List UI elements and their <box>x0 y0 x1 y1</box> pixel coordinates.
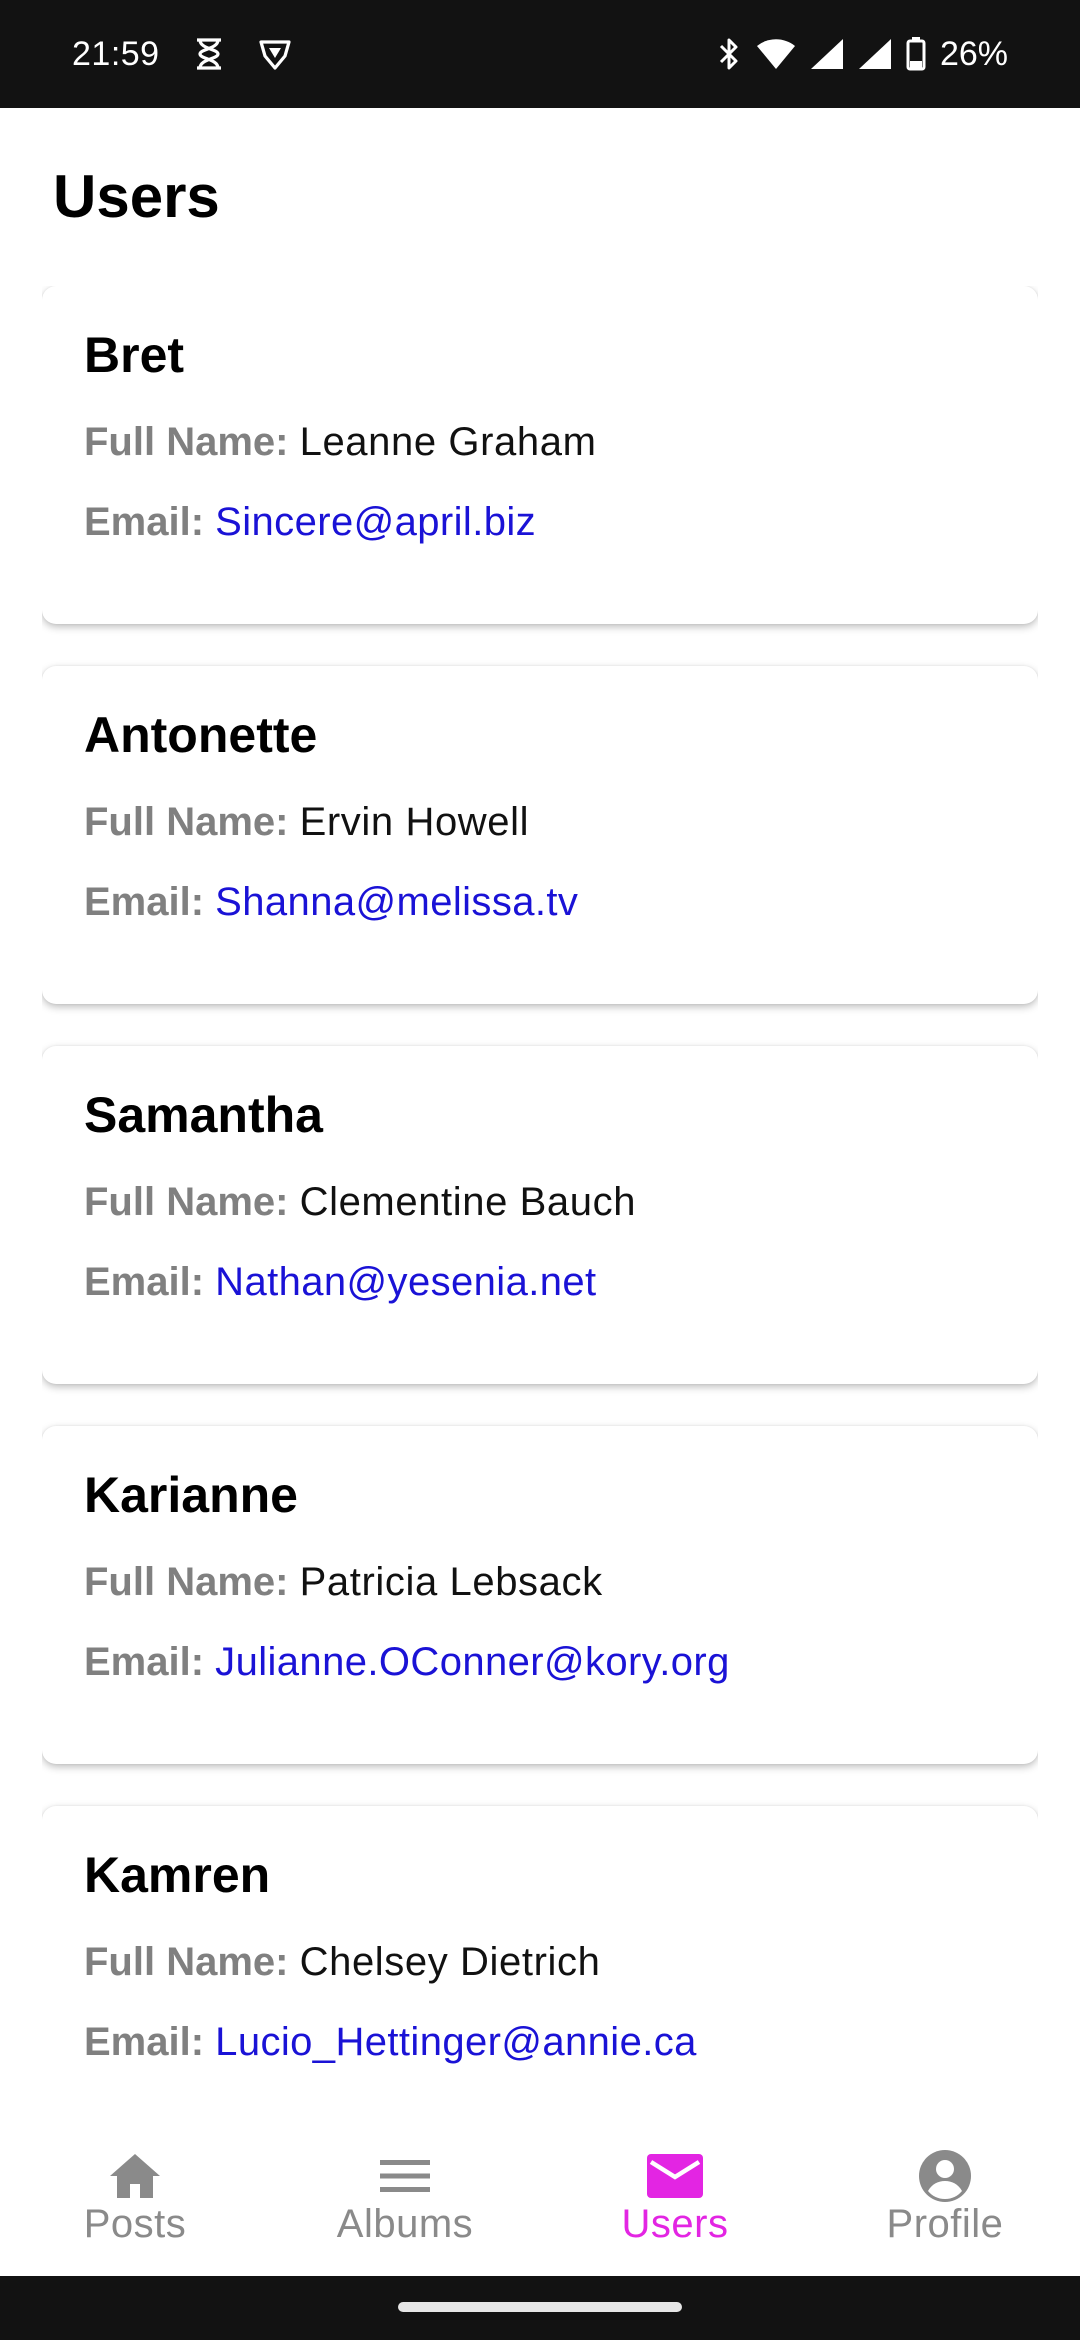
email-row: Email: Shanna@melissa.tv <box>84 882 996 922</box>
shield-icon <box>258 37 292 71</box>
status-time: 21:59 <box>72 34 160 73</box>
hourglass-icon <box>194 38 224 70</box>
mail-icon <box>647 2150 703 2202</box>
status-right: 26% <box>716 35 1008 74</box>
nav-label: Posts <box>83 2202 187 2246</box>
email-label: Email: <box>84 1640 205 1684</box>
bluetooth-icon <box>716 37 742 71</box>
email-row: Email: Julianne.OConner@kory.org <box>84 1642 996 1682</box>
signal-icon <box>858 38 892 70</box>
email-link[interactable]: Julianne.OConner@kory.org <box>215 1640 730 1684</box>
nav-label: Albums <box>336 2202 474 2246</box>
bottom-navigation: Posts Albums Users Profile <box>0 2128 1080 2276</box>
wifi-icon <box>756 38 796 70</box>
user-card[interactable]: Kamren Full Name: Chelsey Dietrich Email… <box>42 1806 1038 2128</box>
gesture-navigation-bar <box>0 2276 1080 2340</box>
signal-icon <box>810 38 844 70</box>
account-icon <box>917 2150 973 2202</box>
email-link[interactable]: Lucio_Hettinger@annie.ca <box>215 2020 697 2064</box>
full-name-label: Full Name: <box>84 1940 289 1984</box>
nav-item-albums[interactable]: Albums <box>270 2128 540 2276</box>
user-card[interactable]: Antonette Full Name: Ervin Howell Email:… <box>42 666 1038 1004</box>
status-left: 21:59 <box>72 35 292 74</box>
full-name-row: Full Name: Ervin Howell <box>84 802 996 842</box>
email-link[interactable]: Nathan@yesenia.net <box>215 1260 596 1304</box>
full-name-label: Full Name: <box>84 800 289 844</box>
full-name-row: Full Name: Chelsey Dietrich <box>84 1942 996 1982</box>
email-label: Email: <box>84 880 205 924</box>
email-label: Email: <box>84 500 205 544</box>
full-name-label: Full Name: <box>84 420 289 464</box>
full-name-value: Ervin Howell <box>299 800 530 844</box>
user-card[interactable]: Samantha Full Name: Clementine Bauch Ema… <box>42 1046 1038 1384</box>
page-title: Users <box>53 163 220 230</box>
home-icon <box>107 2150 163 2202</box>
home-gesture-handle[interactable] <box>398 2302 682 2312</box>
users-list[interactable]: Bret Full Name: Leanne Graham Email: Sin… <box>42 286 1038 2128</box>
email-link[interactable]: Sincere@april.biz <box>215 500 536 544</box>
full-name-row: Full Name: Patricia Lebsack <box>84 1562 996 1602</box>
email-link[interactable]: Shanna@melissa.tv <box>215 880 578 924</box>
battery-percent: 26% <box>939 34 1008 73</box>
user-card[interactable]: Karianne Full Name: Patricia Lebsack Ema… <box>42 1426 1038 1764</box>
nav-label: Profile <box>886 2202 1004 2246</box>
nav-item-users[interactable]: Users <box>540 2128 810 2276</box>
full-name-label: Full Name: <box>84 1560 289 1604</box>
full-name-label: Full Name: <box>84 1180 289 1224</box>
user-username: Kamren <box>84 1847 271 1903</box>
full-name-row: Full Name: Leanne Graham <box>84 422 996 462</box>
menu-icon <box>377 2150 433 2202</box>
user-card[interactable]: Bret Full Name: Leanne Graham Email: Sin… <box>42 286 1038 624</box>
user-username: Bret <box>84 327 185 383</box>
full-name-value: Clementine Bauch <box>299 1180 637 1224</box>
full-name-value: Patricia Lebsack <box>299 1560 603 1604</box>
full-name-value: Chelsey Dietrich <box>299 1940 601 1984</box>
email-row: Email: Sincere@april.biz <box>84 502 996 542</box>
full-name-row: Full Name: Clementine Bauch <box>84 1182 996 1222</box>
status-bar: 21:59 26% <box>0 0 1080 108</box>
user-username: Samantha <box>84 1087 323 1143</box>
full-name-value: Leanne Graham <box>299 420 597 464</box>
user-username: Karianne <box>84 1467 298 1523</box>
email-label: Email: <box>84 2020 205 2064</box>
email-row: Email: Nathan@yesenia.net <box>84 1262 996 1302</box>
battery-icon <box>906 37 926 71</box>
nav-label: Users <box>621 2202 729 2246</box>
email-row: Email: Lucio_Hettinger@annie.ca <box>84 2022 996 2062</box>
nav-item-profile[interactable]: Profile <box>810 2128 1080 2276</box>
nav-item-posts[interactable]: Posts <box>0 2128 270 2276</box>
user-username: Antonette <box>84 707 318 763</box>
email-label: Email: <box>84 1260 205 1304</box>
